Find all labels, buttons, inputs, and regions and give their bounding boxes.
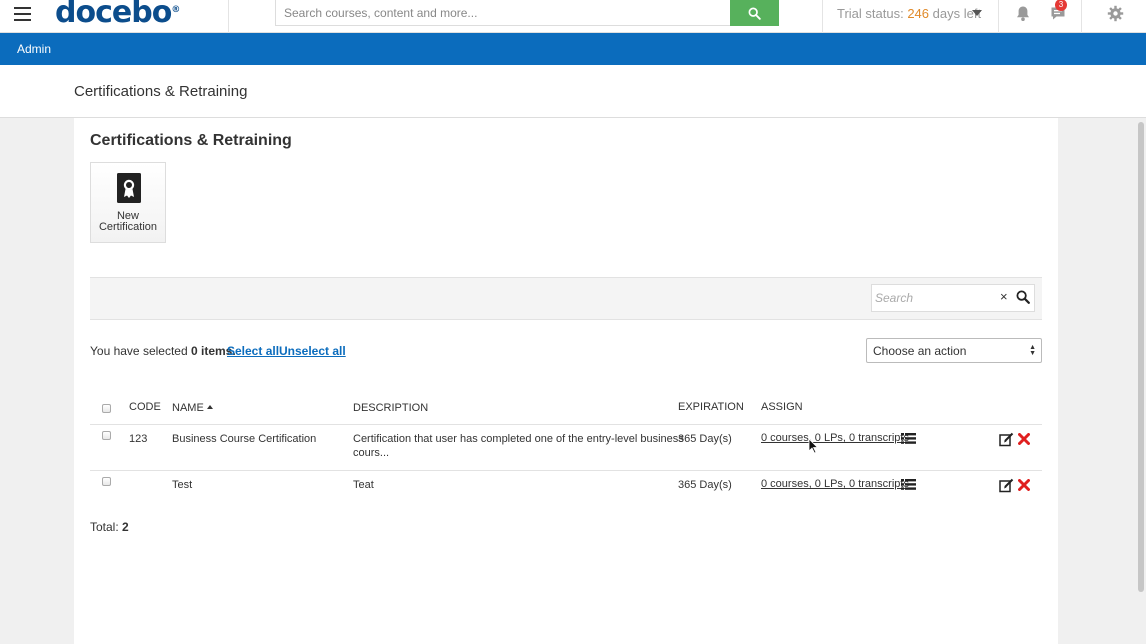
edit-icon[interactable] — [999, 478, 1014, 493]
row-checkbox[interactable] — [102, 477, 111, 486]
column-header-assign: ASSIGN — [761, 401, 803, 413]
docebo-logo[interactable]: docebo® — [55, 0, 180, 30]
unselect-all-link[interactable]: Unselect all — [279, 344, 346, 358]
hamburger-menu-icon[interactable] — [14, 7, 31, 21]
cell-code: 123 — [129, 433, 148, 445]
list-icon[interactable] — [901, 433, 916, 444]
total-count: Total: 2 — [90, 520, 129, 534]
selection-prefix: You have selected — [90, 344, 188, 358]
cell-description-line1: Certification that user has completed on… — [353, 433, 684, 445]
trial-days: 246 — [907, 6, 930, 21]
new-certification-button[interactable]: New Certification — [90, 162, 166, 243]
trial-dropdown-caret-icon[interactable] — [972, 10, 982, 16]
clear-search-icon[interactable]: × — [1000, 290, 1008, 304]
page-title: Certifications & Retraining — [74, 83, 248, 100]
divider — [228, 0, 229, 33]
new-certification-label: New Certification — [98, 210, 158, 233]
certificate-icon — [117, 173, 141, 203]
trial-label: Trial status: — [837, 6, 904, 21]
divider — [822, 0, 823, 33]
delete-icon[interactable] — [1018, 433, 1030, 445]
panel-title: Certifications & Retraining — [90, 132, 292, 149]
search-icon — [748, 7, 761, 20]
cell-name: Test — [172, 479, 193, 491]
cell-name: Business Course Certification — [172, 433, 317, 445]
grid-search-input[interactable] — [872, 285, 997, 311]
cell-description-line2: cours... — [353, 447, 390, 459]
select-all-link[interactable]: Select all — [227, 344, 279, 358]
assign-link[interactable]: 0 courses, 0 LPs, 0 transcripts — [761, 432, 909, 444]
assign-link[interactable]: 0 courses, 0 LPs, 0 transcripts — [761, 478, 909, 490]
column-header-code: CODE — [129, 401, 161, 413]
action-dropdown-value: Choose an action — [873, 344, 967, 358]
delete-icon[interactable] — [1018, 479, 1030, 491]
column-header-description: DESCRIPTION — [353, 402, 429, 414]
row-checkbox[interactable] — [102, 431, 111, 440]
cell-expiration: 365 Day(s) — [678, 479, 732, 491]
table-divider — [90, 424, 1042, 425]
column-header-name[interactable]: NAME — [172, 402, 213, 414]
column-header-expiration: EXPIRATION — [678, 401, 744, 413]
cell-expiration: 365 Day(s) — [678, 433, 732, 445]
page-scrollbar[interactable] — [1136, 118, 1146, 644]
sort-ascending-icon — [206, 405, 213, 409]
list-icon[interactable] — [901, 479, 916, 490]
updown-arrows-icon: ▲ ▼ — [1029, 344, 1036, 357]
grid-search-box: × — [871, 284, 1035, 312]
total-value: 2 — [122, 520, 129, 534]
cell-description-line1: Teat — [353, 479, 374, 491]
edit-icon[interactable] — [999, 432, 1014, 447]
action-dropdown[interactable]: Choose an action ▲ ▼ — [866, 338, 1042, 363]
registered-mark: ® — [171, 5, 180, 15]
selection-info: You have selected 0 items. — [90, 344, 236, 358]
bell-icon[interactable] — [1015, 5, 1031, 25]
select-all-checkbox[interactable] — [102, 404, 111, 413]
global-search-box — [275, 0, 731, 26]
total-label: Total: — [90, 520, 119, 534]
column-header-name-label: NAME — [172, 402, 204, 414]
admin-bar: Admin — [0, 33, 1146, 65]
top-bar: docebo® Trial status: 246 days left 3 — [0, 0, 1146, 33]
gear-icon[interactable] — [1107, 5, 1124, 25]
admin-menu-link[interactable]: Admin — [17, 42, 51, 56]
content-panel: Certifications & Retraining New Certific… — [74, 118, 1058, 644]
trial-status[interactable]: Trial status: 246 days left — [837, 6, 981, 21]
global-search-button[interactable] — [730, 0, 779, 26]
table-divider — [90, 470, 1042, 471]
page-header: Certifications & Retraining — [0, 65, 1146, 118]
global-search-input[interactable] — [276, 0, 730, 25]
mouse-cursor-icon — [808, 438, 818, 454]
filter-bar: × — [90, 277, 1042, 320]
search-icon[interactable] — [1016, 290, 1030, 304]
scrollbar-thumb[interactable] — [1138, 122, 1144, 592]
logo-text: docebo — [55, 0, 172, 30]
divider — [1081, 0, 1082, 33]
divider — [998, 0, 999, 33]
